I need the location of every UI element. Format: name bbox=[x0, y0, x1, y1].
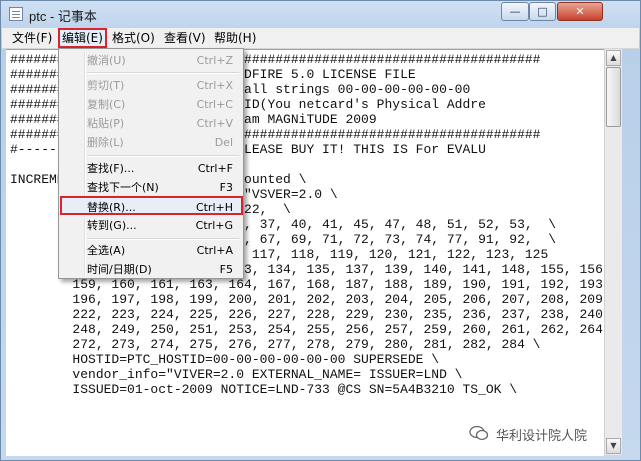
menu-file[interactable]: 文件(F) bbox=[10, 30, 54, 46]
scroll-down-arrow-icon[interactable]: ▼ bbox=[606, 438, 621, 454]
menu-paste[interactable]: 粘贴(P) Ctrl+V bbox=[61, 114, 241, 133]
minimize-button[interactable]: — bbox=[501, 2, 529, 21]
text-line: 248, 249, 250, 251, 253, 254, 255, 256, … bbox=[72, 322, 604, 337]
text-line: HOSTID=PTC_HOSTID=00-00-00-00-00-00 SUPE… bbox=[10, 352, 440, 367]
wechat-icon bbox=[469, 425, 489, 441]
menu-replace[interactable]: 替换(R)... Ctrl+H bbox=[60, 196, 243, 215]
menu-bar: 文件(F) 编辑(E) 格式(O) 查看(V) 帮助(H) bbox=[2, 28, 639, 49]
menu-delete[interactable]: 删除(L) Del bbox=[61, 133, 241, 152]
notepad-icon bbox=[9, 7, 23, 21]
text-line: vendor_info="VIVER=2.0 EXTERNAL_NAME= IS… bbox=[10, 367, 463, 382]
menu-goto[interactable]: 转到(G)... Ctrl+G bbox=[61, 216, 241, 235]
menu-copy[interactable]: 复制(C) Ctrl+C bbox=[61, 95, 241, 114]
text-line: 222, 223, 224, 225, 226, 227, 228, 229, … bbox=[72, 307, 604, 322]
edit-menu-dropdown: 撤消(U) Ctrl+Z 剪切(T) Ctrl+X 复制(C) Ctrl+C 粘贴(P… bbox=[58, 48, 244, 279]
menu-cut[interactable]: 剪切(T) Ctrl+X bbox=[61, 76, 241, 95]
menu-format[interactable]: 格式(O) bbox=[110, 30, 157, 46]
scroll-thumb[interactable] bbox=[606, 67, 621, 127]
menu-time-date[interactable]: 时间/日期(D) F5 bbox=[61, 260, 241, 279]
maximize-button[interactable]: □ bbox=[529, 2, 556, 21]
watermark-text: 华利设计院人院 bbox=[496, 429, 588, 444]
text-line: 272, 273, 274, 275, 276, 277, 278, 279, … bbox=[10, 337, 541, 352]
menu-edit[interactable]: 编辑(E) bbox=[58, 28, 107, 48]
menu-separator bbox=[87, 72, 239, 74]
menu-find[interactable]: 查找(F)... Ctrl+F bbox=[61, 159, 241, 178]
menu-find-next[interactable]: 查找下一个(N) F3 bbox=[61, 178, 241, 197]
close-button[interactable]: ✕ bbox=[557, 2, 603, 21]
notepad-window: ptc - 记事本 — □ ✕ 文件(F) 编辑(E) 格式(O) 查看(V) … bbox=[0, 0, 641, 461]
menu-separator bbox=[87, 155, 239, 157]
scroll-up-arrow-icon[interactable]: ▲ bbox=[606, 50, 621, 66]
vertical-scrollbar[interactable]: ▲ ▼ bbox=[604, 49, 622, 455]
title-bar[interactable]: ptc - 记事本 — □ ✕ bbox=[1, 1, 640, 27]
menu-select-all[interactable]: 全选(A) Ctrl+A bbox=[61, 241, 241, 260]
menu-undo[interactable]: 撤消(U) Ctrl+Z bbox=[61, 51, 241, 70]
text-line: 159, 160, 161, 163, 164, 167, 168, 187, … bbox=[10, 277, 604, 292]
text-line: ISSUED=01-oct-2009 NOTICE=LND-733 @CS SN… bbox=[10, 382, 518, 397]
window-title: ptc - 记事本 bbox=[29, 9, 97, 24]
menu-help[interactable]: 帮助(H) bbox=[212, 30, 258, 46]
menu-view[interactable]: 查看(V) bbox=[162, 30, 208, 46]
text-line: 196, 197, 198, 199, 200, 201, 202, 203, … bbox=[10, 292, 604, 307]
menu-separator bbox=[87, 238, 239, 240]
